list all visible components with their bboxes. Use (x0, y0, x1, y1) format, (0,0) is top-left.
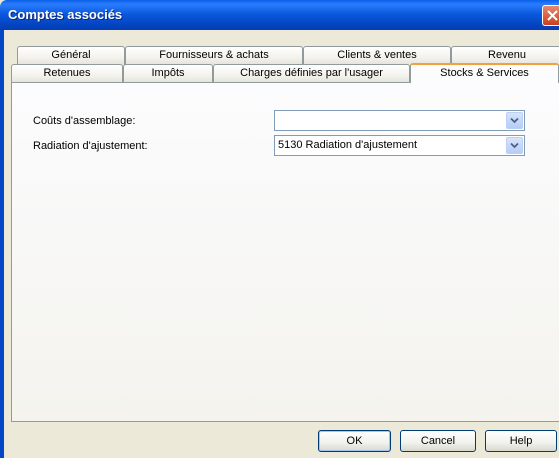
title-bar[interactable]: Comptes associés (0, 0, 559, 30)
close-button[interactable] (542, 5, 559, 26)
adjustment-writeoff-dropdown[interactable]: 5130 Radiation d'ajustement (274, 135, 525, 156)
tab-label: Retenues (43, 67, 91, 79)
tab-user-defined-charges[interactable]: Charges définies par l'usager (213, 64, 410, 83)
tab-suppliers-purchases[interactable]: Fournisseurs & achats (125, 46, 303, 65)
tab-retenues[interactable]: Retenues (11, 64, 123, 83)
tab-taxes[interactable]: Impôts (123, 64, 213, 83)
window-left-border (0, 30, 4, 458)
tab-general[interactable]: Général (17, 46, 125, 65)
tab-label: Stocks & Services (440, 67, 529, 79)
chevron-down-icon (510, 142, 519, 149)
ok-button[interactable]: OK (318, 430, 391, 452)
dropdown-value: 5130 Radiation d'ajustement (278, 139, 418, 151)
tab-stocks-services[interactable]: Stocks & Services (410, 63, 559, 83)
close-icon (547, 10, 558, 21)
cancel-button[interactable]: Cancel (400, 430, 476, 452)
dialog-window: Comptes associés Général Fournisseurs & … (0, 0, 559, 458)
window-title: Comptes associés (8, 7, 123, 22)
tab-label: Revenu (488, 49, 526, 61)
tab-label: Impôts (151, 67, 185, 79)
tab-label: Clients & ventes (337, 49, 417, 61)
chevron-down-icon (510, 117, 519, 124)
assembly-costs-dropdown[interactable] (274, 110, 525, 131)
tab-label: Général (51, 49, 91, 61)
tab-label: Charges définies par l'usager (240, 67, 383, 79)
dropdown-button[interactable] (506, 112, 523, 129)
help-button[interactable]: Help (485, 430, 557, 452)
adjustment-writeoff-label: Radiation d'ajustement: (33, 140, 148, 152)
assembly-costs-label: Coûts d'assemblage: (33, 115, 136, 127)
tab-label: Fournisseurs & achats (159, 49, 269, 61)
dropdown-button[interactable] (506, 137, 523, 154)
tab-panel: Coûts d'assemblage: Radiation d'ajusteme… (11, 82, 559, 422)
